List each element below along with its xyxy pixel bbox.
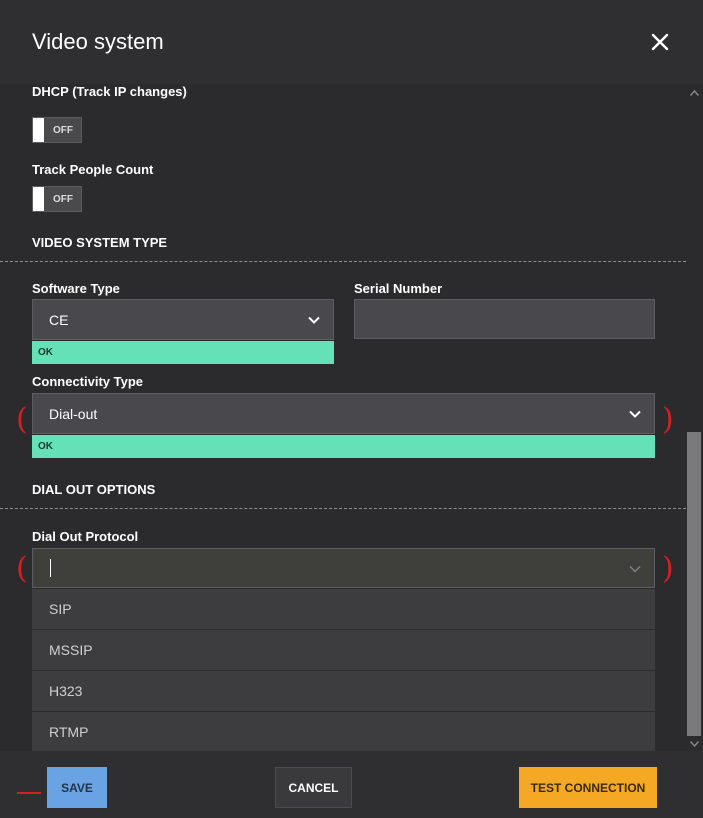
scroll-down-icon[interactable] bbox=[686, 737, 703, 751]
software-type-status-badge: OK bbox=[32, 341, 334, 364]
connectivity-type-select[interactable]: Dial-out bbox=[32, 393, 655, 434]
dialog-body: DHCP (Track IP changes) OFF Track People… bbox=[0, 84, 686, 751]
dhcp-label: DHCP (Track IP changes) bbox=[32, 84, 187, 99]
serial-number-label: Serial Number bbox=[354, 281, 443, 296]
dial-out-protocol-input[interactable] bbox=[32, 548, 655, 588]
serial-number-input[interactable] bbox=[354, 299, 655, 339]
connectivity-type-label: Connectivity Type bbox=[32, 374, 144, 389]
people-count-label: Track People Count bbox=[32, 162, 154, 177]
save-button[interactable]: SAVE bbox=[47, 767, 107, 808]
software-type-label: Software Type bbox=[32, 281, 120, 296]
chevron-down-icon bbox=[308, 316, 320, 324]
dial-out-protocol-label: Dial Out Protocol bbox=[32, 529, 139, 544]
people-count-toggle[interactable]: OFF bbox=[32, 186, 82, 212]
scroll-up-icon[interactable] bbox=[686, 86, 703, 100]
option-rtmp[interactable]: RTMP bbox=[32, 712, 655, 751]
software-type-value: CE bbox=[49, 311, 69, 328]
test-connection-button[interactable]: TEST CONNECTION bbox=[519, 767, 657, 808]
cancel-button[interactable]: CANCEL bbox=[275, 767, 352, 808]
dial-out-protocol-options: SIP MSSIP H323 RTMP bbox=[32, 589, 655, 751]
option-mssip[interactable]: MSSIP bbox=[32, 630, 655, 671]
dialog-title: Video system bbox=[32, 29, 164, 54]
annotation-bracket-left: ( bbox=[16, 402, 28, 437]
connectivity-type-value: Dial-out bbox=[49, 405, 98, 422]
dialog-footer: SAVE CANCEL TEST CONNECTION bbox=[0, 751, 703, 818]
software-type-select[interactable]: CE bbox=[32, 299, 334, 340]
video-system-type-heading: VIDEO SYSTEM TYPE bbox=[32, 235, 168, 250]
option-h323[interactable]: H323 bbox=[32, 671, 655, 712]
connectivity-type-status-badge: OK bbox=[32, 435, 655, 458]
scroll-thumb[interactable] bbox=[687, 432, 701, 736]
section-divider bbox=[0, 508, 686, 509]
toggle-state: OFF bbox=[53, 124, 73, 136]
annotation-dash bbox=[17, 792, 41, 794]
annotation-bracket-right: ) bbox=[662, 551, 674, 586]
toggle-knob bbox=[33, 187, 44, 211]
dial-out-options-heading: DIAL OUT OPTIONS bbox=[32, 482, 156, 497]
text-caret bbox=[50, 559, 51, 577]
annotation-bracket-left: ( bbox=[16, 551, 28, 586]
dialog-header: Video system bbox=[0, 0, 703, 84]
chevron-down-icon bbox=[629, 565, 641, 573]
close-icon[interactable] bbox=[648, 30, 672, 54]
toggle-knob bbox=[33, 118, 44, 142]
option-sip[interactable]: SIP bbox=[32, 589, 655, 630]
section-divider bbox=[0, 261, 686, 262]
toggle-state: OFF bbox=[53, 193, 73, 205]
chevron-down-icon bbox=[629, 410, 641, 418]
vertical-scrollbar[interactable] bbox=[686, 84, 703, 751]
dhcp-toggle[interactable]: OFF bbox=[32, 117, 82, 143]
annotation-bracket-right: ) bbox=[662, 402, 674, 437]
